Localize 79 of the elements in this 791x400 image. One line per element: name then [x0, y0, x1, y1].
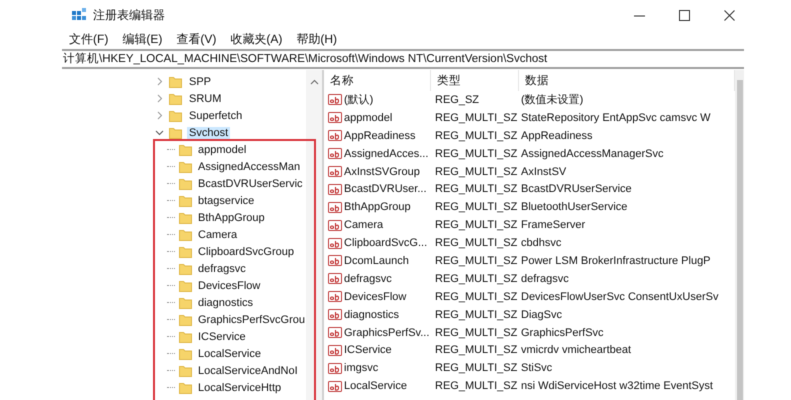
table-cell: Camera [344, 219, 384, 232]
table-cell-text: REG_MULTI_SZ [434, 236, 518, 252]
tree-item[interactable]: LocalService [196, 348, 263, 360]
tree-item[interactable]: ICService [196, 330, 248, 342]
menu-item[interactable]: 收藏夹(A) [230, 30, 282, 48]
table-cell: DcomLaunch [344, 254, 409, 267]
table-cell-text: REG_MULTI_SZ [434, 326, 518, 341]
table-cell-text: DevicesFlowUserSvc ConsentUxUserSv [520, 290, 720, 305]
table-cell: BcastDVRUser... [344, 183, 427, 196]
tree-item[interactable]: LocalServiceAndNoI [196, 364, 300, 376]
address-bar[interactable]: 计算机\HKEY_LOCAL_MACHINE\SOFTWARE\Microsoft\Windows NT\CurrentVersion\Svchost [62, 51, 744, 67]
tree-item[interactable]: LocalServiceHttp [196, 382, 284, 394]
table-cell-text: (数值未设置) [520, 93, 584, 108]
window-title: 注册表编辑器 [93, 6, 165, 24]
table-cell-text: GraphicsPerfSvc [520, 326, 605, 341]
table-cell-text: BcastDVRUserService [520, 182, 633, 198]
table-cell-text: (默认) [344, 93, 374, 108]
table-cell-text: cbdhsvc [520, 236, 562, 252]
tree-item[interactable]: Svchost [187, 126, 230, 138]
table-cell: GraphicsPerfSv... [344, 326, 430, 339]
table-cell-text: StateRepository EntAppSvc camsvc W [520, 110, 712, 126]
menu-item[interactable]: 文件(F) [69, 30, 108, 48]
table-cell: imgsvc [344, 362, 378, 374]
table-cell-text: REG_MULTI_SZ [434, 164, 518, 180]
table-cell: ICService [344, 344, 392, 356]
table-cell: AxInstSVGroup [344, 166, 420, 178]
menu-item[interactable]: 查看(V) [176, 30, 216, 48]
table-cell-text: DiagSvc [520, 308, 563, 323]
tree-item[interactable]: DevicesFlow [196, 280, 262, 292]
table-cell-text: AxInstSV [520, 164, 568, 180]
table-cell-text: Power LSM BrokerInfrastructure PlugP [520, 254, 712, 269]
tree-item[interactable]: BthAppGroup [196, 212, 267, 224]
table-cell-text: REG_MULTI_SZ [434, 379, 518, 394]
table-cell-text: REG_MULTI_SZ [434, 272, 518, 287]
table-cell-text: AssignedAccessManagerSvc [520, 146, 664, 162]
table-cell: LocalService [344, 380, 407, 392]
tree-item[interactable]: GraphicsPerfSvcGrou [196, 314, 307, 326]
table-cell-text: REG_MULTI_SZ [434, 128, 518, 144]
table-cell-text: nsi WdiServiceHost w32time EventSyst [520, 379, 714, 394]
table-cell-text: REG_MULTI_SZ [434, 200, 518, 216]
table-cell-text: REG_MULTI_SZ [434, 146, 518, 162]
tree-item[interactable]: AssignedAccessMan [196, 160, 302, 172]
tree-item[interactable]: defragsvc [196, 262, 248, 274]
table-cell-text: FrameServer [520, 218, 586, 234]
table-cell-text: REG_MULTI_SZ [434, 361, 518, 376]
table-cell-text: AppReadiness [520, 128, 594, 144]
table-cell-text: REG_SZ [434, 92, 480, 108]
table-cell: ClipboardSvcG... [344, 237, 428, 250]
tree-item[interactable]: btagservice [196, 194, 256, 206]
column-header[interactable]: 类型 [431, 70, 519, 91]
table-cell-text: REG_MULTI_SZ [434, 308, 518, 323]
table-cell-text: vmicrdv vmicheartbeat [520, 343, 632, 358]
table-cell: appmodel [344, 112, 392, 124]
table-cell: AppReadiness [344, 130, 416, 142]
table-cell: diagnostics [344, 308, 400, 321]
table-cell-text: defragsvc [520, 272, 570, 287]
tree-item[interactable]: SRUM [187, 92, 224, 104]
table-cell: BthAppGroup [344, 201, 411, 214]
table-cell-text: REG_MULTI_SZ [434, 182, 518, 198]
table-cell-text: REG_MULTI_SZ [434, 290, 518, 305]
table-cell-text: REG_MULTI_SZ [434, 218, 518, 234]
tree-item[interactable]: SPP [187, 76, 214, 88]
table-cell-text: REG_MULTI_SZ [434, 343, 518, 358]
table-cell-text: StiSvc [520, 361, 554, 376]
tree-item[interactable]: appmodel [196, 144, 248, 156]
table-cell: DevicesFlow [344, 290, 406, 303]
tree-item[interactable]: BcastDVRUserServic [196, 178, 305, 190]
table-cell-text: BluetoothUserService [520, 200, 628, 216]
column-header[interactable]: 名称 [324, 70, 431, 91]
tree-item[interactable]: diagnostics [196, 296, 256, 308]
table-cell: AssignedAcces... [344, 148, 428, 160]
menu-item[interactable]: 编辑(E) [122, 30, 162, 48]
table-cell-text: REG_MULTI_SZ [434, 254, 518, 269]
tree-item[interactable]: Superfetch [187, 110, 244, 122]
table-cell: defragsvc [344, 272, 392, 285]
tree-item[interactable]: Camera [196, 228, 240, 240]
menu-item[interactable]: 帮助(H) [296, 30, 337, 48]
table-cell-text: REG_MULTI_SZ [434, 110, 518, 126]
tree-item[interactable]: ClipboardSvcGroup [196, 246, 296, 258]
